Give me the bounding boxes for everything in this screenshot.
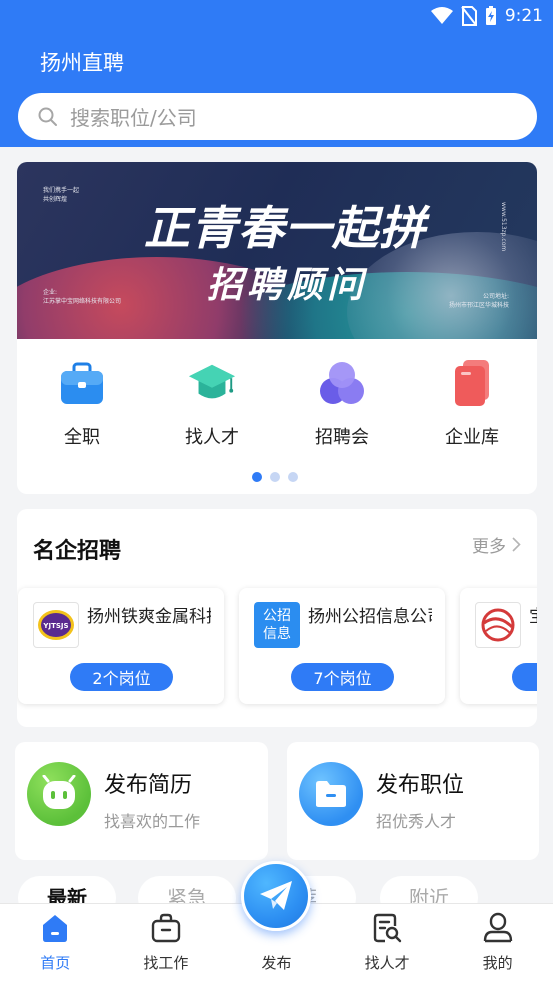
company-card[interactable]: 公招信息 扬州公招信息公司 7个岗位 <box>239 588 445 704</box>
tab-find-talent[interactable]: 找人才 <box>332 904 443 983</box>
android-face-icon <box>27 762 91 826</box>
resume-search-icon <box>370 911 404 945</box>
banner-address-value: 扬州市邗江区华城科技 <box>448 302 509 309</box>
company-name: 扬州公招信息公司 <box>308 607 432 627</box>
company-positions-button[interactable]: 2个岗位 <box>70 663 173 691</box>
category-fulltime[interactable]: 全职 <box>17 357 147 452</box>
filter-nearby[interactable]: 附近 <box>380 876 478 906</box>
banner-company-name: 江苏掌中宝网络科技有限公司 <box>43 298 122 305</box>
category-label: 找人才 <box>185 427 239 448</box>
promo-banner[interactable]: 我们携手一起 共创辉煌 正青春一起拼 招聘顾问 企业: 江苏掌中宝网络科技有限公… <box>17 162 537 339</box>
company-logo-text: YJTSJS <box>42 622 68 630</box>
tab-home[interactable]: 首页 <box>0 904 111 983</box>
more-link[interactable]: 更多 <box>472 532 521 557</box>
graduation-cap-icon <box>187 357 237 409</box>
top-card: 我们携手一起 共创辉煌 正青春一起拼 招聘顾问 企业: 江苏掌中宝网络科技有限公… <box>17 162 537 494</box>
banner-site: www.513zp.com <box>500 202 507 252</box>
category-companies[interactable]: 企业库 <box>407 357 537 452</box>
header: 9:21 扬州直聘 搜索职位/公司 <box>0 0 553 147</box>
wifi-icon <box>430 7 453 24</box>
company-logo-text: 公招信息 <box>263 608 291 642</box>
paper-plane-icon <box>260 881 292 910</box>
filter-urgent[interactable]: 紧急 <box>138 876 236 906</box>
company-logo <box>475 602 521 648</box>
filter-latest[interactable]: 最新 <box>18 876 116 906</box>
company-logo: YJTSJS <box>33 602 79 648</box>
publish-card-title: 发布职位 <box>376 773 465 798</box>
more-label: 更多 <box>472 537 506 557</box>
tab-label: 发布 <box>261 954 292 972</box>
banner-company-label: 企业: <box>43 289 58 296</box>
category-label: 全职 <box>64 427 100 448</box>
bag-icon <box>149 911 183 945</box>
publish-card-subtitle: 找喜欢的工作 <box>104 812 201 831</box>
publish-card-title: 发布简历 <box>104 773 193 798</box>
company-carousel[interactable]: YJTSJS 扬州铁爽金属科技 2个岗位 公招信息 扬州公招信息公司 7个岗位 … <box>17 588 537 706</box>
status-bar: 9:21 <box>430 5 543 27</box>
publish-resume-card[interactable]: 发布简历 找喜欢的工作 <box>15 742 268 860</box>
person-icon <box>481 911 515 945</box>
tab-find-job[interactable]: 找工作 <box>111 904 222 983</box>
banner-subheadline: 招聘顾问 <box>206 264 367 306</box>
home-icon <box>38 911 72 945</box>
cards-icon <box>447 357 497 409</box>
company-positions-button[interactable]: 1 <box>512 663 537 691</box>
tab-label: 我的 <box>482 954 513 972</box>
publish-fab[interactable] <box>241 861 311 931</box>
tab-label: 找工作 <box>143 954 189 972</box>
banner-slogan-line: 我们携手一起 <box>43 187 80 194</box>
section-title: 名企招聘 <box>33 539 122 564</box>
category-jobfair[interactable]: 招聘会 <box>277 357 407 452</box>
category-grid: 全职 找人才 招聘会 企业库 <box>17 357 537 452</box>
company-positions-button[interactable]: 7个岗位 <box>291 663 394 691</box>
search-icon <box>38 107 57 126</box>
circles-icon <box>317 357 367 409</box>
tab-mine[interactable]: 我的 <box>442 904 553 983</box>
carousel-indicator <box>252 472 298 482</box>
status-time: 9:21 <box>504 6 543 26</box>
search-input[interactable]: 搜索职位/公司 <box>18 93 537 140</box>
category-label: 企业库 <box>445 427 499 448</box>
company-name: 扬州铁爽金属科技 <box>87 607 211 627</box>
banner-slogan: 我们携手一起 共创辉煌 <box>43 186 79 204</box>
famous-companies-section: 名企招聘 更多 YJTSJS 扬州铁爽金属科技 2个岗位 公招信息 扬州公招信息… <box>17 509 537 727</box>
banner-address-label: 公司地址: <box>482 293 509 300</box>
company-logo: 公招信息 <box>254 602 300 648</box>
banner-address: 公司地址: 扬州市邗江区华城科技 <box>449 292 509 310</box>
company-card[interactable]: YJTSJS 扬州铁爽金属科技 2个岗位 <box>18 588 224 704</box>
publish-job-card[interactable]: 发布职位 招优秀人才 <box>287 742 539 860</box>
app-title: 扬州直聘 <box>40 51 124 75</box>
chevron-right-icon <box>512 537 521 552</box>
banner-company: 企业: 江苏掌中宝网络科技有限公司 <box>43 288 121 306</box>
category-talent[interactable]: 找人才 <box>147 357 277 452</box>
carousel-dot[interactable] <box>288 472 298 482</box>
banner-slogan-line: 共创辉煌 <box>43 196 68 203</box>
tab-label: 首页 <box>40 954 71 972</box>
search-placeholder: 搜索职位/公司 <box>70 106 197 130</box>
briefcase-icon <box>57 357 107 409</box>
battery-icon <box>485 6 496 25</box>
no-sim-icon <box>461 6 477 26</box>
carousel-dot[interactable] <box>270 472 280 482</box>
folder-icon <box>299 762 363 826</box>
tab-label: 找人才 <box>364 954 410 972</box>
category-label: 招聘会 <box>315 427 369 448</box>
banner-headline: 正青春一起拼 <box>144 201 426 255</box>
company-name: 宝 <box>529 602 537 627</box>
publish-card-subtitle: 招优秀人才 <box>376 812 457 831</box>
carousel-dot[interactable] <box>252 472 262 482</box>
company-card[interactable]: 宝 1 <box>460 588 537 704</box>
